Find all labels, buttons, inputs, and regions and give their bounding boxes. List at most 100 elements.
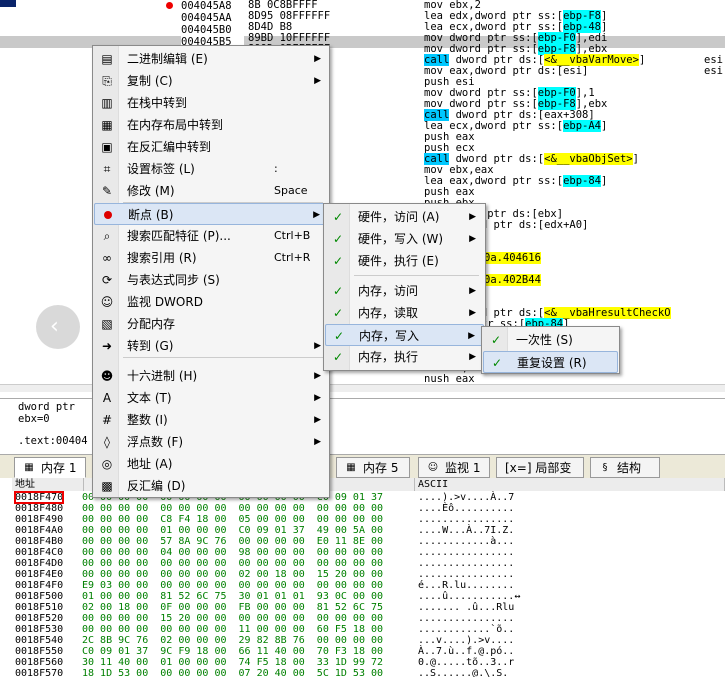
operand-suffix: ] bbox=[632, 153, 639, 165]
submenu-item[interactable]: ✓ 重复设置 (R) bbox=[483, 351, 618, 373]
dump-row-address[interactable]: 0018F570 bbox=[15, 668, 63, 677]
dump-row-address[interactable]: 0018F490 bbox=[15, 514, 63, 525]
submenu-item-label: 硬件，执行 (E) bbox=[358, 254, 439, 268]
menu-item[interactable]: ☺ 监视 DWORD bbox=[94, 291, 329, 313]
dump-row-ascii[interactable]: ............à... bbox=[418, 536, 514, 547]
dump-row-address[interactable]: 0018F540 bbox=[15, 635, 63, 646]
dump-row-ascii[interactable]: ....û...........↔ bbox=[418, 591, 520, 602]
menu-item[interactable]: ⟳ 与表达式同步 (S) bbox=[94, 269, 329, 291]
menu-item[interactable]: ▧ 分配内存 bbox=[94, 313, 329, 335]
menu-item[interactable]: A 文本 (T) ▶ bbox=[94, 387, 329, 409]
dump-row-address[interactable]: 0018F4E0 bbox=[15, 569, 63, 580]
submenu-item[interactable]: ✓ 硬件，访问 (A) ▶ bbox=[325, 206, 484, 228]
dump-row-ascii[interactable]: ................ bbox=[418, 558, 514, 569]
menu-item[interactable]: ⌕ 搜索匹配特征 (P)... Ctrl+B bbox=[94, 225, 329, 247]
dump-row-hex[interactable]: 00 00 00 00 00 00 00 00 00 00 00 00 00 0… bbox=[82, 558, 383, 569]
menu-item[interactable]: ▦ 在内存布局中转到 bbox=[94, 114, 329, 136]
menu-item[interactable]: ◊ 浮点数 (F) ▶ bbox=[94, 431, 329, 453]
dump-row-address[interactable]: 0018F4B0 bbox=[15, 536, 63, 547]
instruction-address[interactable]: 004045AA bbox=[181, 12, 244, 24]
menu-item[interactable]: ⎘ 复制 (C) ▶ bbox=[94, 70, 329, 92]
submenu-item[interactable]: ✓ 内存，读取 ▶ bbox=[325, 302, 484, 324]
tab-memory-1[interactable]: ▦ 内存 1 bbox=[14, 457, 86, 478]
menu-item-label: 与表达式同步 (S) bbox=[127, 273, 220, 287]
dump-row-ascii[interactable]: À..7.ù..f.@.pó.. bbox=[418, 646, 514, 657]
instruction-address[interactable]: 004045B0 bbox=[181, 24, 244, 36]
dump-row-address[interactable]: 0018F520 bbox=[15, 613, 63, 624]
dump-row-address[interactable]: 0018F4F0 bbox=[15, 580, 63, 591]
dump-row-address[interactable]: 0018F510 bbox=[15, 602, 63, 613]
column-header-address[interactable]: 地址 bbox=[12, 478, 84, 491]
menu-item[interactable]: 断点 (B) ▶ bbox=[94, 203, 329, 225]
dump-row-ascii[interactable]: ...v....).>v.... bbox=[418, 635, 514, 646]
stack-operand: ebp-84 bbox=[563, 175, 602, 187]
dump-row-ascii[interactable]: é...R.lu........ bbox=[418, 580, 514, 591]
tab-struct[interactable]: § 结构体 bbox=[590, 457, 660, 495]
tab-memory-5[interactable]: ▦ 内存 5 bbox=[336, 457, 410, 478]
dump-row-hex[interactable]: 01 00 00 00 81 52 6C 75 30 01 01 01 93 0… bbox=[82, 591, 383, 602]
submenu-item[interactable]: ✓ 硬件，执行 (E) bbox=[325, 250, 484, 272]
dump-row-hex[interactable]: 2C 8B 9C 76 02 00 00 00 29 82 8B 76 00 0… bbox=[82, 635, 383, 646]
dump-row-ascii[interactable]: ................ bbox=[418, 613, 514, 624]
dump-row-hex[interactable]: C0 09 01 37 9C F9 18 00 66 11 40 00 70 F… bbox=[82, 646, 383, 657]
menu-item[interactable]: ◎ 地址 (A) bbox=[94, 453, 329, 475]
submenu-arrow-icon: ▶ bbox=[469, 234, 476, 244]
dump-row-ascii[interactable]: ................ bbox=[418, 547, 514, 558]
dump-row-hex[interactable]: 00 00 00 00 57 8A 9C 76 00 00 00 00 E0 1… bbox=[82, 536, 383, 547]
dump-row-ascii[interactable]: ....Èô.......... bbox=[418, 503, 514, 514]
submenu-item[interactable]: ✓ 内存，写入 ▶ bbox=[325, 324, 484, 346]
dump-row-ascii[interactable]: ................ bbox=[418, 569, 514, 580]
dump-row-hex[interactable]: 00 00 00 00 04 00 00 00 98 00 00 00 00 0… bbox=[82, 547, 383, 558]
column-header-ascii[interactable]: ASCII bbox=[415, 478, 725, 491]
menu-item[interactable]: ▤ 二进制编辑 (E) ▶ bbox=[94, 48, 329, 70]
submenu-item[interactable]: ✓ 一次性 (S) bbox=[483, 329, 618, 351]
dump-row-hex[interactable]: 00 00 00 00 15 20 00 00 00 00 00 00 00 0… bbox=[82, 613, 383, 624]
dump-row-ascii[interactable]: ..S......@.\.S. bbox=[418, 668, 508, 677]
dump-row-ascii[interactable]: ............`õ.. bbox=[418, 624, 514, 635]
dump-row-address[interactable]: 0018F4C0 bbox=[15, 547, 63, 558]
menu-item[interactable]: ☻ 十六进制 (H) ▶ bbox=[94, 365, 329, 387]
dump-row-hex[interactable]: 00 00 00 00 00 00 00 00 00 00 00 00 00 0… bbox=[82, 503, 383, 514]
disasm-line[interactable]: 0a.404616 bbox=[484, 252, 541, 264]
menu-item[interactable]: ▣ 在反汇编中转到 bbox=[94, 136, 329, 158]
dump-row-address[interactable]: 0018F470 bbox=[13, 491, 65, 504]
dump-row-ascii[interactable]: ....W...À..7I.Z. bbox=[418, 525, 514, 536]
dump-row-address[interactable]: 0018F530 bbox=[15, 624, 63, 635]
menu-item[interactable]: ✎ 修改 (M) Space bbox=[94, 180, 329, 202]
tab-locals[interactable]: [x=] 局部变量 bbox=[496, 457, 584, 495]
dump-row-hex[interactable]: 00 00 00 00 C8 F4 18 00 05 00 00 00 00 0… bbox=[82, 514, 383, 525]
dump-row-address[interactable]: 0018F4A0 bbox=[15, 525, 63, 536]
breakpoint-type-icon: ✓ bbox=[332, 306, 344, 320]
menu-item[interactable]: # 整数 (I) ▶ bbox=[94, 409, 329, 431]
dump-row-address[interactable]: 0018F550 bbox=[15, 646, 63, 657]
submenu-item[interactable]: ✓ 内存，执行 ▶ bbox=[325, 346, 484, 368]
dump-row-ascii[interactable]: 0.@.....tõ..3..r bbox=[418, 657, 514, 668]
submenu-item[interactable]: ✓ 硬件，写入 (W) ▶ bbox=[325, 228, 484, 250]
menu-item[interactable]: ▥ 在栈中转到 bbox=[94, 92, 329, 114]
dump-row-address[interactable]: 0018F480 bbox=[15, 503, 63, 514]
dump-row-address[interactable]: 0018F500 bbox=[15, 591, 63, 602]
menu-item[interactable]: ➜ 转到 (G) ▶ bbox=[94, 335, 329, 357]
disasm-line[interactable]: 0a.402B44 bbox=[484, 274, 541, 286]
dump-row-hex[interactable]: 02 00 18 00 0F 00 00 00 FB 00 00 00 81 5… bbox=[82, 602, 383, 613]
dump-row-hex[interactable]: 00 00 00 00 00 00 00 00 02 00 18 00 15 2… bbox=[82, 569, 383, 580]
dump-row-address[interactable]: 0018F4D0 bbox=[15, 558, 63, 569]
dump-row-ascii[interactable]: ....).>v....À..7 bbox=[418, 492, 514, 503]
dump-row-hex[interactable]: 00 00 00 00 01 00 00 00 C0 09 01 37 49 0… bbox=[82, 525, 383, 536]
instruction-address[interactable]: 004045A8 bbox=[181, 0, 244, 12]
breakpoint-marker[interactable] bbox=[166, 2, 173, 9]
menu-item[interactable]: ⌗ 设置标签 (L): bbox=[94, 158, 329, 180]
tab-watch-1[interactable]: ☺ 监视 1 bbox=[418, 457, 490, 478]
dump-row-hex[interactable]: 30 11 40 00 01 00 00 00 74 F5 18 00 33 1… bbox=[82, 657, 383, 668]
dump-row-hex[interactable]: 18 1D 53 00 00 00 00 00 07 20 40 00 5C 1… bbox=[82, 668, 383, 677]
submenu-item[interactable]: ✓ 内存，访问 ▶ bbox=[325, 280, 484, 302]
dump-row-address[interactable]: 0018F560 bbox=[15, 657, 63, 668]
dump-row-hex[interactable]: 00 00 00 00 00 00 00 00 11 00 00 00 60 F… bbox=[82, 624, 383, 635]
back-nav-button[interactable]: ‹ bbox=[36, 305, 80, 349]
menu-item[interactable]: ∞ 搜索引用 (R) Ctrl+R bbox=[94, 247, 329, 269]
operand-suffix: ] bbox=[601, 175, 608, 187]
dump-row-ascii[interactable]: ....... .û...Rlu bbox=[418, 602, 514, 613]
dump-row-ascii[interactable]: ................ bbox=[418, 514, 514, 525]
menu-item[interactable]: ▩ 反汇编 (D) bbox=[94, 475, 329, 497]
dump-row-hex[interactable]: E9 03 00 00 00 00 00 00 00 00 00 00 00 0… bbox=[82, 580, 383, 591]
